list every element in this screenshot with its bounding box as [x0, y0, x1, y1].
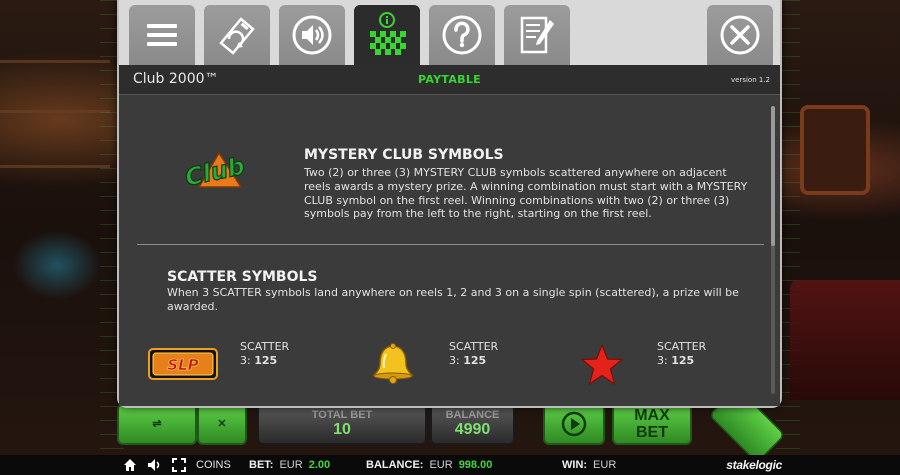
scatter-name: SCATTER: [657, 340, 707, 353]
wall-portrait: [800, 105, 870, 195]
slp-symbol-text: SLP: [167, 356, 198, 374]
balance-currency: EUR: [429, 459, 453, 471]
scrollbar[interactable]: [771, 106, 775, 394]
star-symbol: [580, 343, 624, 386]
sound-icon: [292, 15, 332, 55]
tab-history[interactable]: [504, 5, 570, 65]
scatter-item-star: SCATTER 3: 125: [657, 340, 706, 368]
win-label: WIN:: [562, 459, 588, 471]
scatter-pay-value: 125: [463, 354, 487, 367]
menu-tab-bar: [119, 0, 780, 65]
home-icon[interactable]: [123, 458, 137, 472]
balance-value: 998.00: [458, 459, 493, 471]
tab-autoplay[interactable]: [204, 5, 270, 65]
mystery-club-title: MYSTERY CLUB SYMBOLS: [304, 147, 504, 163]
bet-value: 2.00: [308, 459, 331, 471]
balance-display: BALANCE 4990: [430, 403, 515, 445]
close-button[interactable]: [707, 5, 773, 65]
balance-readout: BALANCE: EUR 998.00: [366, 459, 492, 471]
stakelogic-logo: stakelogic: [726, 458, 782, 472]
scatter-count: 3:: [240, 354, 251, 367]
section-divider: [137, 244, 764, 245]
close-icon: [720, 15, 760, 55]
balance-label: BALANCE: [445, 409, 500, 421]
scatter-pay: 3: 125: [449, 354, 498, 368]
bar-shelf: [0, 60, 110, 63]
bar-shelf: [0, 165, 110, 168]
tab-help[interactable]: [429, 5, 495, 65]
autoplay-button[interactable]: [543, 403, 605, 445]
balance-label: BALANCE:: [366, 459, 424, 471]
scatter-item-bell: SCATTER 3: 125: [449, 340, 498, 368]
lines-icon: ⇌: [152, 418, 162, 430]
paytable-icon: [370, 12, 406, 55]
coins-toggle[interactable]: COINS: [196, 459, 231, 471]
scatter-pay: 3: 125: [657, 354, 706, 368]
help-icon: [442, 15, 482, 55]
dialog-title-bar: Club 2000™ PAYTABLE version 1.2: [119, 65, 780, 95]
bet-readout: BET: EUR 2.00: [249, 459, 330, 471]
tab-sound[interactable]: [279, 5, 345, 65]
max-bet-label: BET: [636, 424, 668, 441]
fullscreen-icon[interactable]: [172, 458, 186, 472]
scatter-pay-value: 125: [254, 354, 278, 367]
total-bet-value: 10: [333, 421, 351, 438]
bar-lamp: [12, 230, 102, 300]
scrollbar-thumb[interactable]: [771, 106, 775, 246]
max-bet-label: MAX: [634, 407, 670, 424]
status-bar: COINS BET: EUR 2.00 BALANCE: EUR 998.00 WIN:…: [0, 455, 900, 475]
max-bet-button[interactable]: MAX BET: [612, 403, 692, 445]
scatter-section: SCATTER SYMBOLS When 3 SCATTER symbols l…: [167, 269, 767, 314]
play-icon: [561, 411, 587, 437]
lines-button[interactable]: ⇌: [117, 403, 197, 445]
section-title: PAYTABLE: [418, 73, 481, 86]
menu-icon: [147, 24, 177, 46]
mystery-club-section: MYSTERY CLUB SYMBOLS Two (2) or three (3…: [304, 147, 754, 221]
bet-currency: EUR: [279, 459, 303, 471]
mystery-club-symbol: Club: [182, 151, 244, 192]
paytable-dialog: Club 2000™ PAYTABLE version 1.2 Club MYS…: [117, 0, 782, 408]
slp-symbol: SLP: [148, 348, 218, 380]
scatter-pay: 3: 125: [240, 354, 289, 368]
paytable-content[interactable]: Club MYSTERY CLUB SYMBOLS Two (2) or thr…: [119, 96, 780, 406]
balance-value: 4990: [454, 421, 491, 438]
mystery-club-text: Two (2) or three (3) MYSTERY CLUB symbol…: [304, 166, 748, 221]
scatter-count: 3:: [449, 354, 460, 367]
coin-button[interactable]: ✕: [197, 403, 247, 445]
win-currency: EUR: [593, 459, 617, 471]
win-readout: WIN: EUR: [562, 459, 616, 471]
scatter-item-slp: SCATTER 3: 125: [240, 340, 289, 368]
version-label: version 1.2: [731, 76, 770, 84]
scatter-name: SCATTER: [240, 340, 290, 353]
bar-shelf: [0, 110, 110, 113]
sofa: [790, 280, 900, 400]
bet-label: BET:: [249, 459, 274, 471]
coins-label: COINS: [196, 459, 231, 471]
history-icon: [520, 16, 554, 54]
bell-symbol: [372, 343, 414, 384]
scatter-count: 3:: [657, 354, 668, 367]
coin-icon: ✕: [217, 418, 227, 430]
autoplay-icon: [219, 17, 255, 55]
scatter-title: SCATTER SYMBOLS: [167, 269, 318, 285]
scatter-pay-value: 125: [671, 354, 695, 367]
sound-toggle-icon[interactable]: [147, 458, 161, 472]
tab-paytable[interactable]: [354, 5, 420, 65]
scatter-text: When 3 SCATTER symbols land anywhere on …: [167, 286, 739, 313]
scatter-name: SCATTER: [449, 340, 499, 353]
tab-menu[interactable]: [129, 5, 195, 65]
total-bet-label: TOTAL BET: [311, 409, 373, 421]
total-bet-display: TOTAL BET 10: [257, 403, 427, 445]
